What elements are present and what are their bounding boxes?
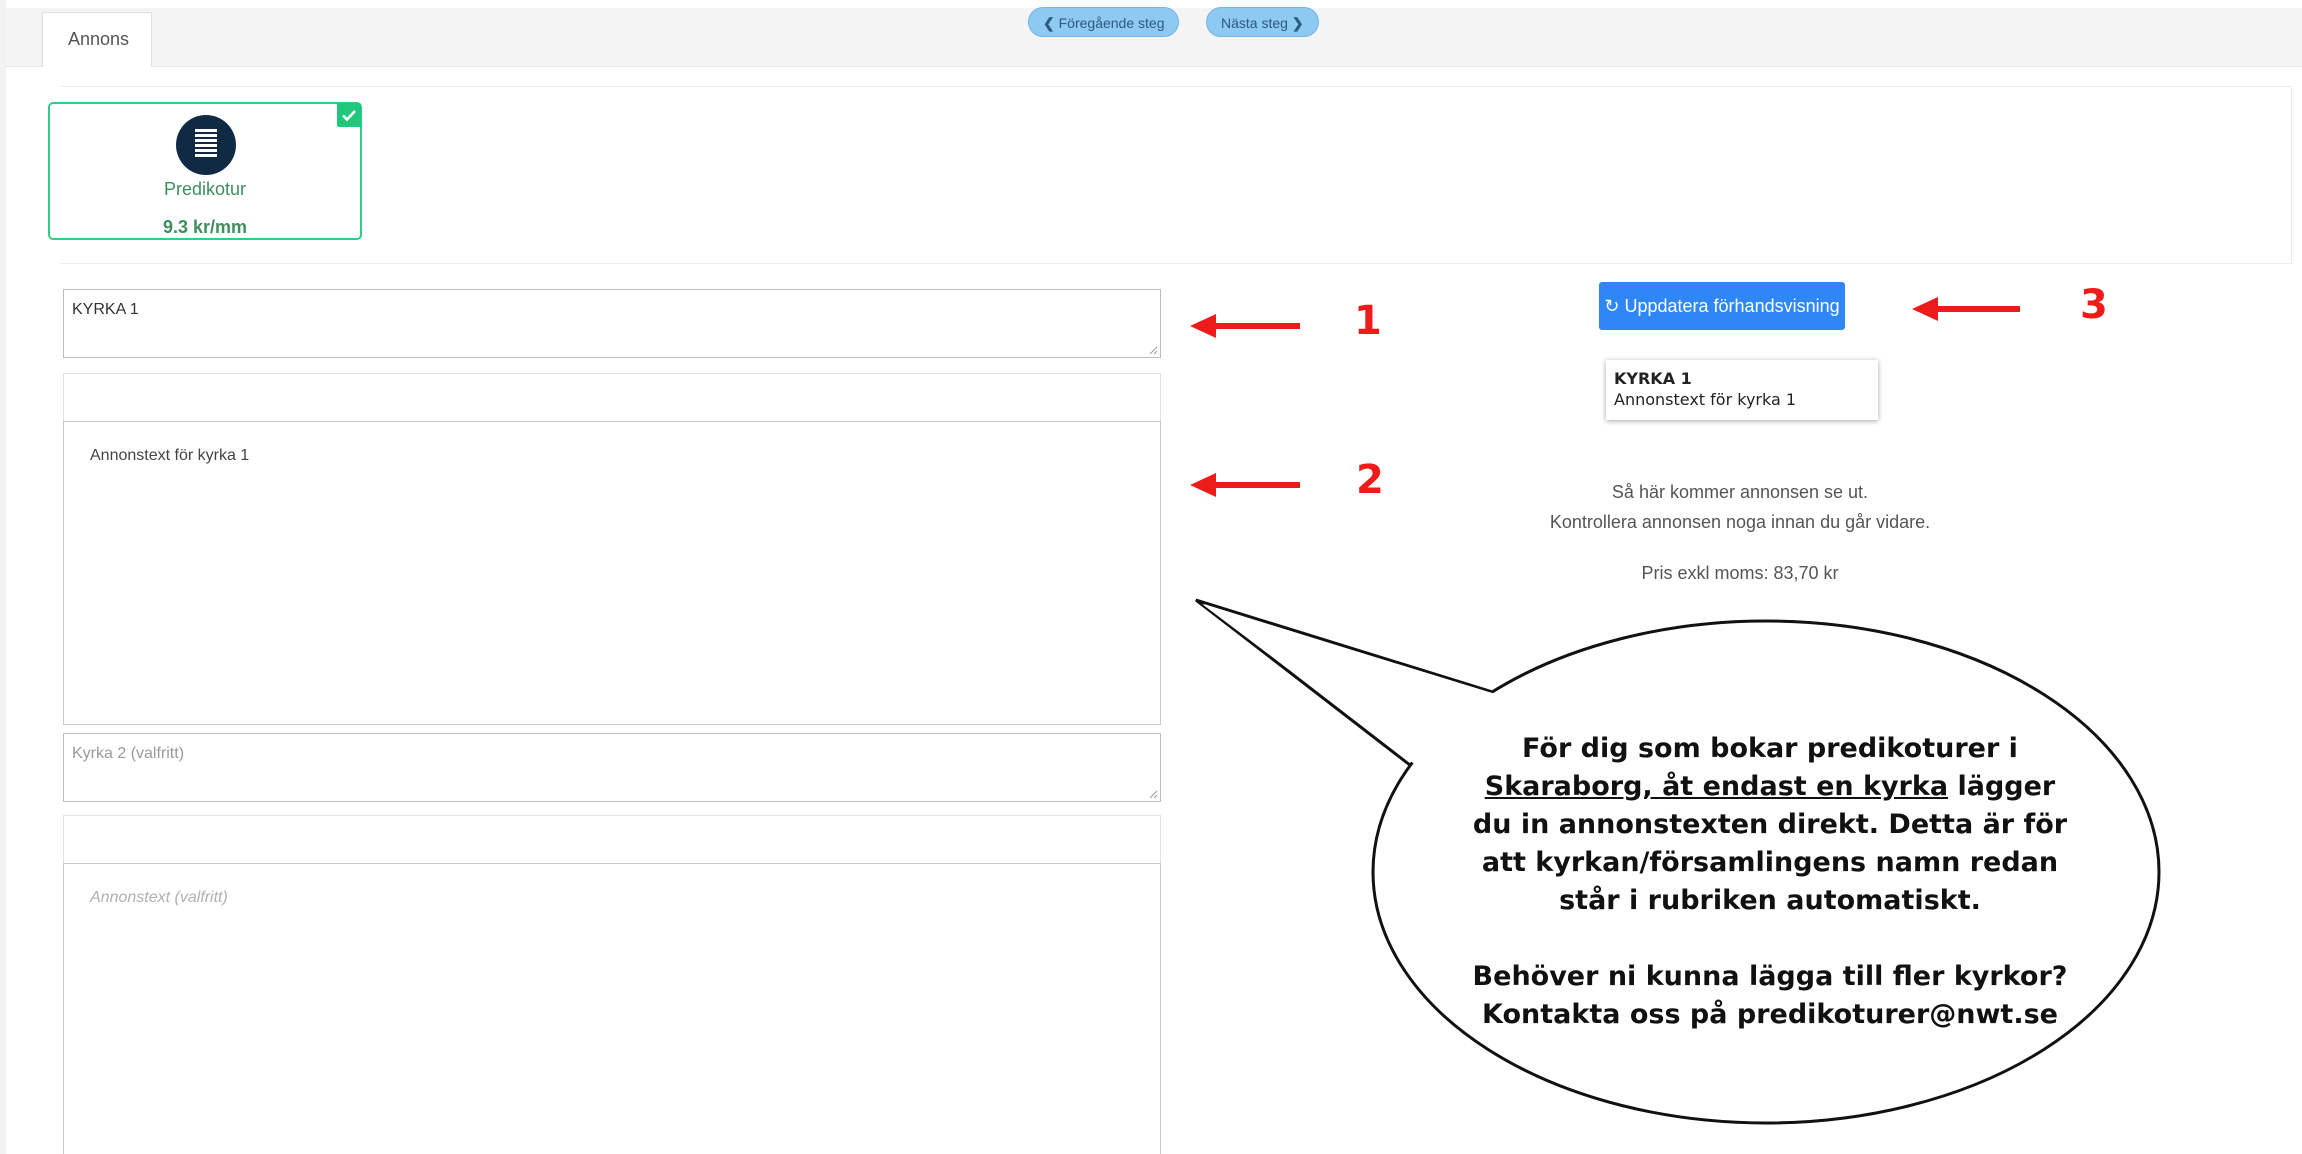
annotation-number-2: 2 (1356, 457, 1384, 503)
arrow-2-icon (1190, 473, 1300, 497)
bubble-text-underlined: Skaraborg, åt endast en kyrka (1484, 771, 1949, 802)
bubble-text-a: För dig som bokar predikoturer i (1522, 733, 2018, 764)
speech-bubble-text: För dig som bokar predikoturer i Skarabo… (1470, 730, 2070, 1034)
bubble-contact-line1: Behöver ni kunna lägga till fler kyrkor? (1472, 961, 2068, 992)
bubble-contact-line2: Kontakta oss på predikoturer@nwt.se (1482, 999, 2058, 1030)
annotation-number-1: 1 (1354, 298, 1382, 344)
annotation-number-3: 3 (2080, 282, 2108, 328)
arrow-3-icon (1912, 297, 2020, 321)
arrow-1-icon (1190, 314, 1300, 338)
